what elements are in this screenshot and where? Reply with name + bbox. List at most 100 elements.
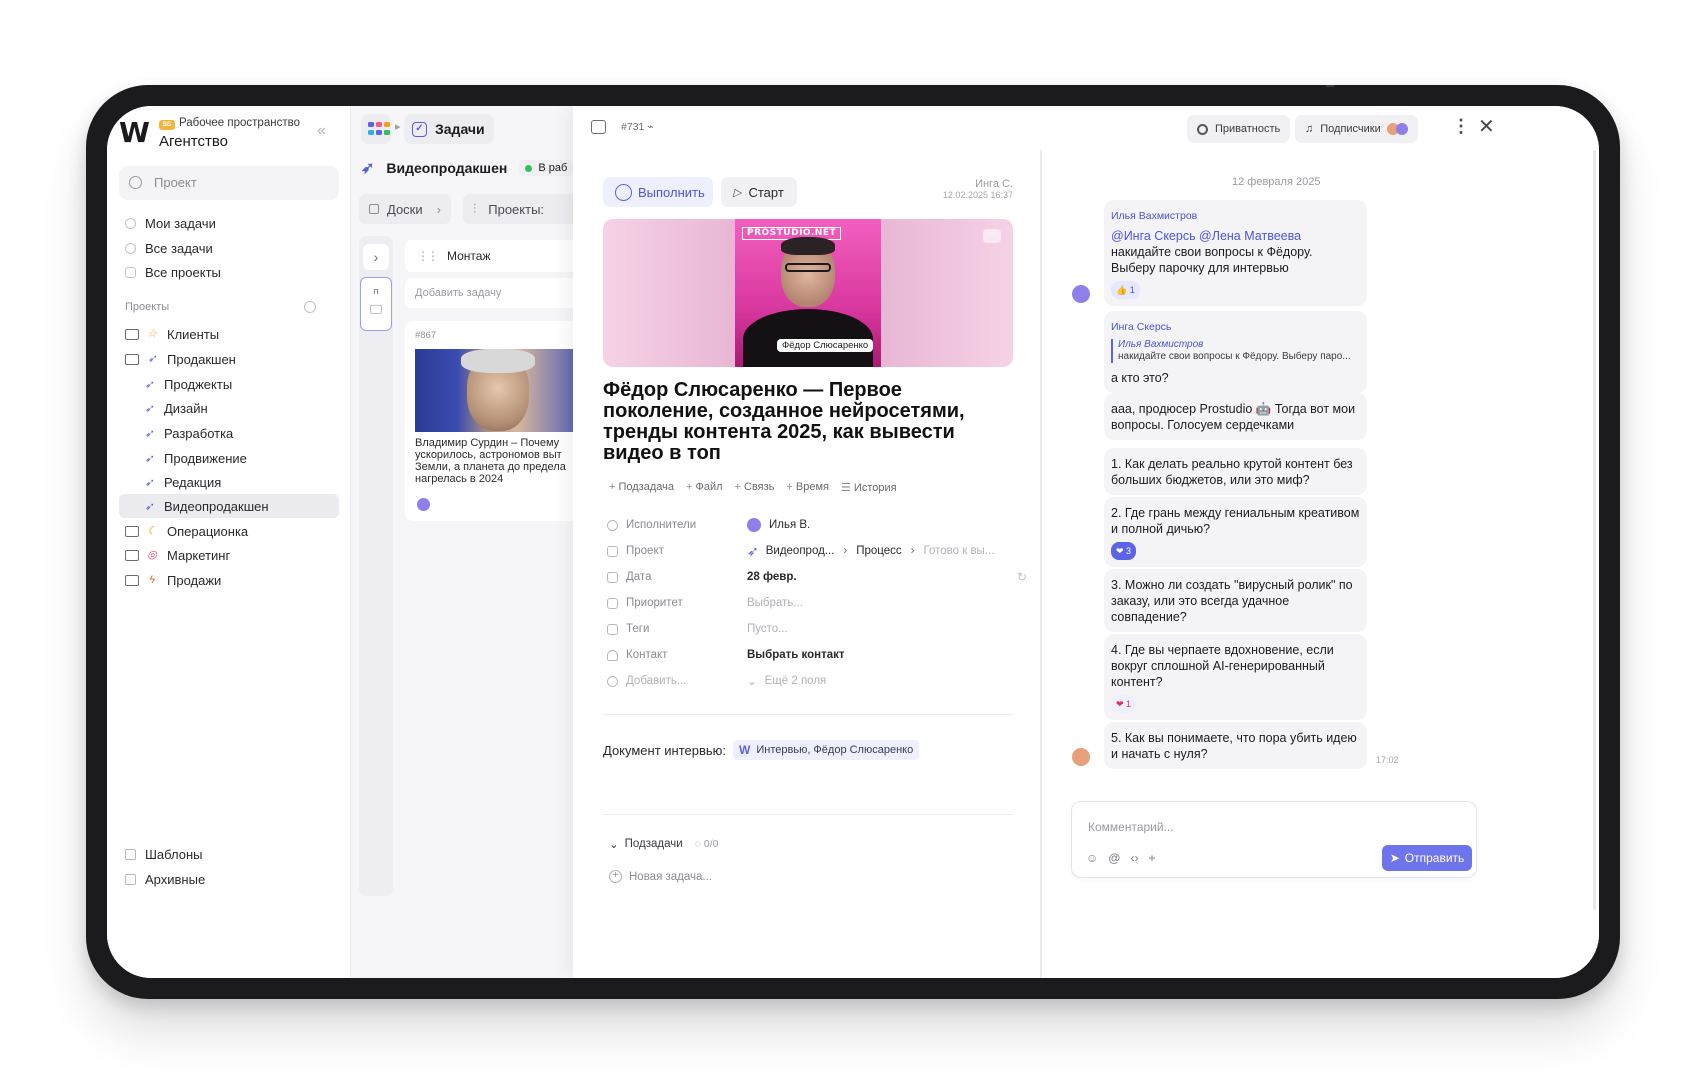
add-file-button[interactable]: Файл	[686, 481, 722, 494]
emoji-icon[interactable]: ☺	[1086, 851, 1098, 865]
project-operations[interactable]: ☾ Операционка	[125, 519, 248, 543]
board-project-title: ➶ Видеопродакшен В раб	[361, 158, 573, 178]
mini-column-card[interactable]: п	[360, 277, 392, 331]
app-logo-icon[interactable]: W	[119, 119, 150, 147]
privacy-button[interactable]: Приватность	[1187, 115, 1291, 143]
project-marketing[interactable]: ◎ Маркетинг	[125, 543, 230, 567]
close-icon[interactable]: ✕	[1478, 114, 1495, 139]
status-badge[interactable]: В раб	[519, 160, 573, 176]
add-task-input[interactable]: Добавить задачу	[405, 278, 573, 308]
apps-grid-icon[interactable]	[361, 114, 391, 144]
start-button[interactable]: ▷ Старт	[721, 177, 797, 207]
new-subtask-input[interactable]: + Новая задача...	[609, 870, 712, 883]
stage-value[interactable]: Процесс	[856, 545, 901, 557]
collapse-sidebar-icon[interactable]: «	[317, 122, 326, 140]
project-clients[interactable]: ☆ Клиенты	[125, 322, 219, 346]
comment-input[interactable]: Комментарий...	[1088, 820, 1174, 834]
add-project-icon[interactable]	[304, 301, 316, 313]
mention-icon[interactable]: @	[1108, 851, 1120, 865]
divider	[603, 714, 1013, 715]
message-author[interactable]: Илья Вахмистров	[1111, 208, 1360, 224]
task-actions: Подзадача Файл Связь Время История	[609, 481, 897, 494]
project-production[interactable]: ➶ Продакшен	[125, 347, 236, 371]
assignee-value[interactable]: Илья В.	[747, 518, 810, 532]
next-stage[interactable]: Готово к вы...	[924, 545, 995, 557]
drag-handle-icon[interactable]: ⋮⋮	[417, 249, 439, 263]
chat-message[interactable]: 3. Можно ли создать "вирусный ролик" по …	[1104, 569, 1367, 632]
column-header[interactable]: ⋮⋮ Монтаж	[405, 240, 573, 272]
contact-value[interactable]: Выбрать контакт	[747, 649, 845, 661]
repeat-icon[interactable]: ↻	[1017, 570, 1027, 584]
field-assignees: Исполнители Илья В.	[607, 515, 1027, 535]
project-value[interactable]: ➶ Видеопрод... › Процесс › Готово к вы...	[747, 543, 994, 560]
project-development[interactable]: ➶ Разработка	[144, 421, 233, 445]
project-projects[interactable]: ➶ Проджекты	[144, 372, 232, 396]
column-title: Монтаж	[447, 249, 491, 263]
link-icon[interactable]: ⌁	[647, 121, 653, 133]
breadcrumb-tasks[interactable]: ✓ Задачи	[404, 114, 494, 144]
boards-filter[interactable]: Доски ›	[359, 194, 451, 224]
reaction-badge[interactable]: ❤ 3	[1111, 542, 1137, 560]
project-video-production[interactable]: ➶ Видеопродакшен	[119, 494, 339, 518]
more-options-icon[interactable]: ⋮	[1452, 116, 1470, 137]
message-author[interactable]: Инга Скерсь	[1111, 319, 1360, 335]
date-value[interactable]: 28 февр.	[747, 571, 797, 583]
task-title[interactable]: Фёдор Слюсаренко — Первое поколение, соз…	[603, 380, 1003, 464]
task-card[interactable]: #867 Владимир Сурдин – Почему ускорилось…	[405, 321, 573, 521]
chat-message[interactable]: 5. Как вы понимаете, что пора убить идею…	[1104, 722, 1367, 769]
tags-value[interactable]: Пусто...	[747, 623, 788, 635]
workspace-name[interactable]: Агентство	[159, 133, 228, 150]
nav-my-tasks[interactable]: Мои задачи	[125, 212, 216, 234]
subtasks-toggle[interactable]: ⌄ Подзадачи ◌ 0/0	[609, 837, 718, 851]
task-cover-image[interactable]: PROSTUDIO.NET Фёдор Слюсаренко ···	[603, 219, 1013, 367]
chat-message[interactable]: ааа, продюсер Prostudio 🤖 Тогда вот мои …	[1104, 393, 1367, 440]
chat-message[interactable]: 1. Как делать реально крутой контент без…	[1104, 448, 1367, 495]
priority-value[interactable]: Выбрать...	[747, 597, 803, 609]
reaction-badge[interactable]: ❤ 1	[1111, 695, 1137, 713]
comment-composer[interactable]: Комментарий... ☺ @ ‹› + ➤ Отправить	[1071, 801, 1477, 878]
add-subtask-button[interactable]: Подзадача	[609, 481, 674, 494]
cover-photo: PROSTUDIO.NET Фёдор Слюсаренко	[735, 219, 881, 367]
project-promotion[interactable]: ➶ Продвижение	[144, 446, 246, 470]
subscribers-button[interactable]: ♫ Подписчики	[1295, 115, 1418, 143]
avatar[interactable]	[1072, 285, 1090, 303]
project-sales[interactable]: ϟ Продажи	[125, 568, 221, 592]
project-search-input[interactable]: Проект	[119, 166, 339, 200]
expand-column-button[interactable]: ›	[363, 244, 389, 270]
reaction-badge[interactable]: 👍 1	[1111, 281, 1140, 299]
chat-message[interactable]: 4. Где вы черпаете вдохновение, если вок…	[1104, 634, 1367, 720]
avatar[interactable]	[1072, 748, 1090, 766]
chat-message[interactable]: Илья Вахмистров @Инга Скерсь @Лена Матве…	[1104, 200, 1367, 306]
nav-archive[interactable]: Архивные	[125, 872, 205, 887]
cover-more-icon[interactable]: ···	[983, 229, 1001, 243]
message-time: 17:02	[1376, 755, 1399, 765]
nav-all-projects[interactable]: Все проекты	[125, 261, 221, 283]
add-field-button[interactable]: Добавить...	[607, 675, 747, 687]
send-button[interactable]: ➤ Отправить	[1382, 845, 1472, 871]
avatar	[417, 498, 430, 511]
scrollbar[interactable]	[1593, 150, 1596, 910]
project-editorial[interactable]: ➶ Редакция	[144, 470, 221, 494]
nav-templates[interactable]: Шаблоны	[125, 847, 203, 862]
task-id[interactable]: #731 ⌁	[621, 121, 654, 133]
projects-filter[interactable]: ⫶ Проекты:	[463, 194, 573, 224]
more-fields-button[interactable]: ⌄ Ещё 2 поля	[747, 674, 826, 688]
toggle-sidebar-icon[interactable]	[591, 120, 606, 134]
complete-button[interactable]: Выполнить	[603, 177, 713, 207]
chat-message[interactable]: Инга Скерсь Илья Вахмистров накидайте сво…	[1104, 311, 1367, 393]
add-link-button[interactable]: Связь	[735, 481, 774, 494]
history-button[interactable]: История	[841, 481, 897, 494]
quoted-message[interactable]: Илья Вахмистров накидайте свои вопросы к …	[1111, 339, 1360, 363]
message-mentions[interactable]: @Инга Скерсь @Лена Матвеева	[1111, 229, 1301, 243]
project-label: Дизайн	[164, 400, 208, 416]
status-text: В раб	[538, 162, 568, 174]
priority-bars-icon	[607, 597, 618, 609]
chat-message[interactable]: 2. Где грань между гениальным креативом …	[1104, 497, 1367, 567]
plus-icon[interactable]: +	[1148, 851, 1155, 865]
project-design[interactable]: ➶ Дизайн	[144, 396, 208, 420]
code-icon[interactable]: ‹›	[1130, 851, 1138, 865]
field-tags: Теги Пусто...	[607, 619, 1027, 639]
nav-all-tasks[interactable]: Все задачи	[125, 237, 213, 259]
document-chip[interactable]: W Интервью, Фёдор Слюсаренко	[733, 740, 920, 760]
add-time-button[interactable]: Время	[786, 481, 829, 494]
